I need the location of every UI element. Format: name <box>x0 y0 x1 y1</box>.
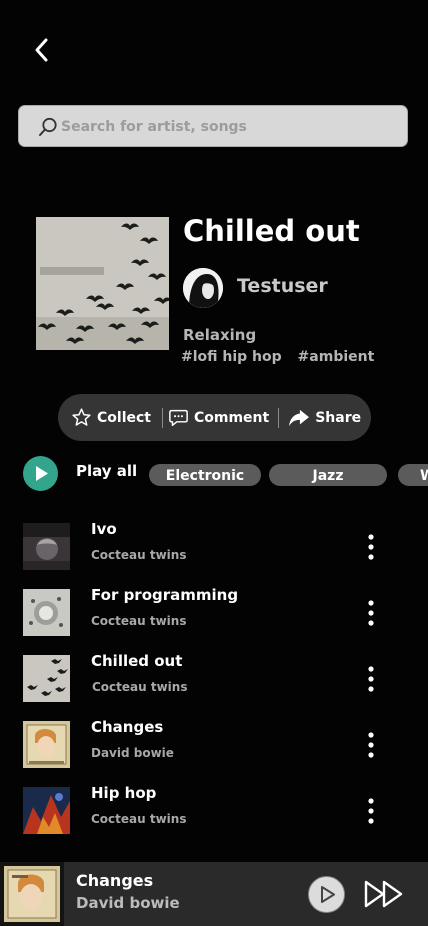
mini-player[interactable]: Changes David bowie <box>0 862 428 926</box>
track-row[interactable]: Hip hop Cocteau twins <box>0 784 428 847</box>
play-icon <box>36 466 48 481</box>
playlist-mood: Relaxing <box>183 326 257 344</box>
owner-name[interactable]: Testuser <box>237 275 328 297</box>
play-icon <box>321 886 335 903</box>
tag-ambient[interactable]: #ambient <box>298 349 375 365</box>
playlist-title: Chilled out <box>183 214 360 248</box>
share-label: Share <box>315 409 362 426</box>
track-artist: Cocteau twins <box>92 680 188 694</box>
search-bar <box>18 105 408 148</box>
chevron-left-icon <box>35 38 48 62</box>
track-artwork <box>23 589 70 636</box>
playlist-action-bar: Collect Comment Share <box>58 394 371 441</box>
track-row[interactable]: Changes David bowie <box>0 718 428 781</box>
track-artwork <box>23 523 70 570</box>
track-row[interactable]: For programming Cocteau twins <box>0 586 428 649</box>
now-playing-artwork <box>4 866 60 922</box>
track-title: Hip hop <box>91 784 157 802</box>
track-artwork <box>23 721 70 768</box>
play-all-button[interactable] <box>23 456 58 491</box>
track-title: Ivo <box>91 520 117 538</box>
share-button[interactable]: Share <box>288 394 361 441</box>
track-artist: David bowie <box>91 746 174 760</box>
track-artist: Cocteau twins <box>91 614 187 628</box>
track-title: Changes <box>91 718 164 736</box>
more-vertical-icon[interactable] <box>362 532 380 562</box>
share-arrow-icon <box>289 409 310 426</box>
action-divider <box>278 407 280 428</box>
more-vertical-icon[interactable] <box>362 796 380 826</box>
more-vertical-icon[interactable] <box>362 730 380 760</box>
track-artwork <box>23 655 70 702</box>
track-title: For programming <box>91 586 239 604</box>
track-artist: Cocteau twins <box>91 548 187 562</box>
tag-lofi-hip-hop[interactable]: #lofi hip hop <box>181 349 282 365</box>
mini-play-button[interactable] <box>308 876 345 913</box>
now-playing-title: Changes <box>76 871 154 890</box>
fast-forward-icon[interactable] <box>364 880 404 908</box>
owner-avatar[interactable] <box>183 268 223 308</box>
action-divider <box>161 407 163 428</box>
comment-label: Comment <box>193 409 270 426</box>
track-row[interactable]: Chilled out Cocteau twins <box>0 652 428 715</box>
back-button[interactable] <box>28 36 56 64</box>
search-input[interactable] <box>59 106 393 148</box>
more-vertical-icon[interactable] <box>362 664 380 694</box>
track-row[interactable]: Ivo Cocteau twins <box>0 520 428 583</box>
comment-icon <box>169 409 188 427</box>
play-all-label[interactable]: Play all <box>76 462 137 480</box>
playlist-cover <box>36 217 169 350</box>
star-icon <box>72 408 91 426</box>
more-vertical-icon[interactable] <box>362 598 380 628</box>
collect-button[interactable]: Collect <box>71 394 151 441</box>
genre-chip-partial[interactable]: W <box>398 464 428 486</box>
track-artist: Cocteau twins <box>91 812 187 826</box>
collect-label: Collect <box>97 409 151 426</box>
comment-button[interactable]: Comment <box>168 394 269 441</box>
genre-chip-jazz[interactable]: Jazz <box>269 464 387 486</box>
genre-chip-electronic[interactable]: Electronic <box>149 464 261 486</box>
track-artwork <box>23 787 70 834</box>
now-playing-artist: David bowie <box>76 894 180 912</box>
track-title: Chilled out <box>91 652 183 670</box>
playlist-tags: #lofi hip hop #ambient <box>181 349 385 365</box>
search-icon <box>39 117 57 136</box>
